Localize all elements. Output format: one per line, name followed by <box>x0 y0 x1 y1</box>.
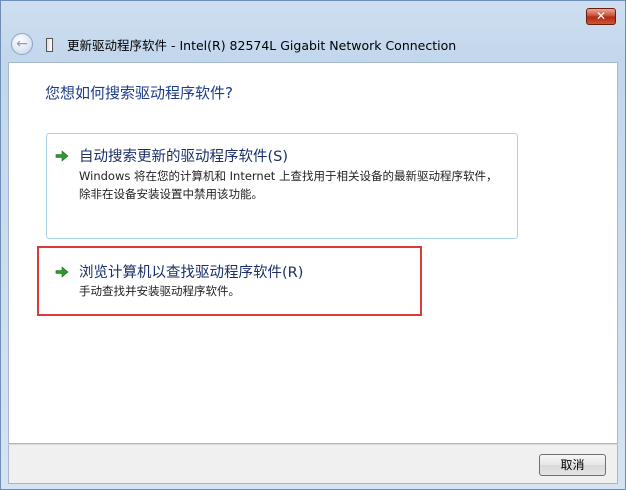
page-heading: 您想如何搜索驱动程序软件? <box>45 84 233 102</box>
button-bar: 取消 <box>8 444 618 484</box>
close-button[interactable]: ✕ <box>586 8 616 25</box>
auto-search-option[interactable]: 自动搜索更新的驱动程序软件(S) Windows 将在您的计算机和 Intern… <box>46 133 518 239</box>
option-title: 自动搜索更新的驱动程序软件(S) <box>79 149 289 165</box>
option-description: Windows 将在您的计算机和 Internet 上查找用于相关设备的最新驱动… <box>79 169 498 201</box>
option-description: 手动查找并安装驱动程序软件。 <box>79 284 240 298</box>
option-title: 浏览计算机以查找驱动程序软件(R) <box>79 265 304 281</box>
back-arrow-icon: ← <box>16 36 28 52</box>
cancel-button[interactable]: 取消 <box>539 454 606 476</box>
window-title: 更新驱动程序软件 - Intel(R) 82574L Gigabit Netwo… <box>67 38 457 53</box>
green-arrow-icon <box>55 150 69 162</box>
browse-computer-option[interactable]: 浏览计算机以查找驱动程序软件(R) 手动查找并安装驱动程序软件。 <box>37 246 422 316</box>
content-panel: 您想如何搜索驱动程序软件? 自动搜索更新的驱动程序软件(S) Windows 将… <box>8 62 618 444</box>
back-button[interactable]: ← <box>11 33 33 55</box>
driver-update-dialog: ✕ ← 更新驱动程序软件 - Intel(R) 82574L Gigabit N… <box>0 0 626 490</box>
green-arrow-icon <box>55 266 69 278</box>
device-icon <box>46 38 53 52</box>
